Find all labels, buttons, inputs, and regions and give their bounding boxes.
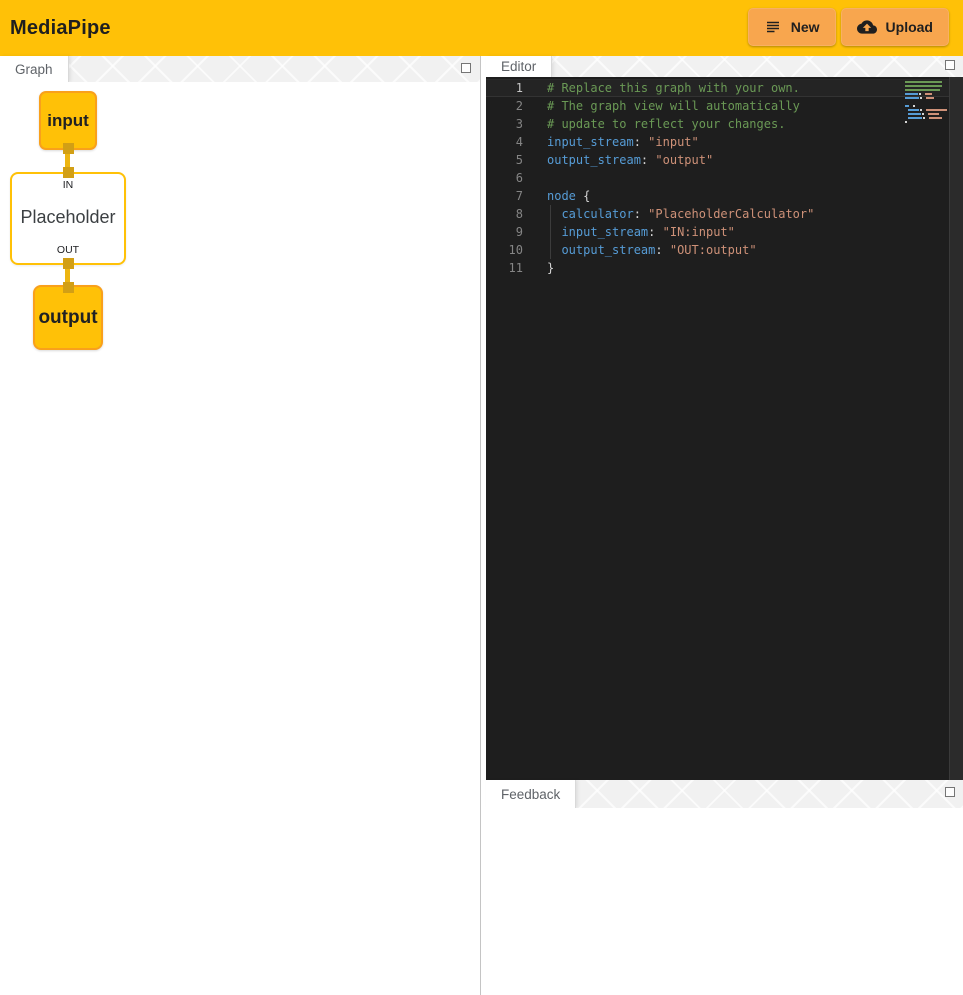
code-line[interactable]: 1# Replace this graph with your own. [486,79,949,97]
port-placeholder-out [63,258,74,269]
code-line[interactable]: 9 input_stream: "IN:input" [486,223,949,241]
graph-node-input[interactable]: input [39,91,97,150]
tab-editor-label: Editor [501,59,536,74]
graph-canvas[interactable]: input IN Placeholder OUT output [0,82,480,995]
graph-node-output[interactable]: output [33,285,103,350]
tab-feedback[interactable]: Feedback [486,780,576,808]
editor-maximize-icon[interactable] [945,60,955,70]
code-line[interactable]: 8 calculator: "PlaceholderCalculator" [486,205,949,223]
code-line[interactable]: 6 [486,169,949,187]
graph-node-placeholder[interactable]: IN Placeholder OUT [10,172,126,265]
subject-icon [764,18,782,36]
editor-panel: Editor 1# Replace this graph with your o… [486,56,963,780]
code-line[interactable]: 3# update to reflect your changes. [486,115,949,133]
port-output-in [63,282,74,293]
graph-panel: Graph input IN Placeholder OUT output [0,56,480,995]
app-header: MediaPipe New Upload [0,0,963,56]
graph-tabbar: Graph [0,56,480,82]
port-input-out [63,143,74,154]
upload-button-label: Upload [886,19,933,35]
editor-tabbar: Editor [486,56,963,77]
editor-code-lines[interactable]: 1# Replace this graph with your own.2# T… [486,77,949,780]
code-line[interactable]: 4input_stream: "input" [486,133,949,151]
code-line[interactable]: 11} [486,259,949,277]
feedback-content [486,808,963,995]
editor-minimap[interactable] [905,80,947,124]
feedback-tabbar: Feedback [486,780,963,808]
code-line[interactable]: 5output_stream: "output" [486,151,949,169]
editor-scrollbar[interactable] [949,77,963,780]
graph-node-placeholder-label: Placeholder [20,207,115,228]
graph-node-output-label: output [38,307,97,329]
app-title: MediaPipe [10,0,111,56]
mediapipe-visualizer: MediaPipe New Upload Graph [0,0,963,995]
graph-node-input-label: input [47,111,89,131]
tab-editor[interactable]: Editor [486,56,552,77]
code-line[interactable]: 7node { [486,187,949,205]
code-editor[interactable]: 1# Replace this graph with your own.2# T… [486,77,963,780]
graph-maximize-icon[interactable] [461,63,471,73]
cloud-upload-icon [857,17,877,37]
placeholder-out-port-label: OUT [57,244,79,256]
tab-graph-label: Graph [15,62,53,77]
header-buttons: New Upload [748,8,949,46]
tab-feedback-label: Feedback [501,787,560,802]
feedback-maximize-icon[interactable] [945,787,955,797]
upload-button[interactable]: Upload [841,8,949,46]
code-line[interactable]: 2# The graph view will automatically [486,97,949,115]
tab-graph[interactable]: Graph [0,56,69,82]
placeholder-in-port-label: IN [63,179,74,191]
new-button[interactable]: New [748,8,836,46]
feedback-panel: Feedback [486,780,963,995]
port-placeholder-in [63,167,74,178]
code-line[interactable]: 10 output_stream: "OUT:output" [486,241,949,259]
new-button-label: New [791,19,820,35]
